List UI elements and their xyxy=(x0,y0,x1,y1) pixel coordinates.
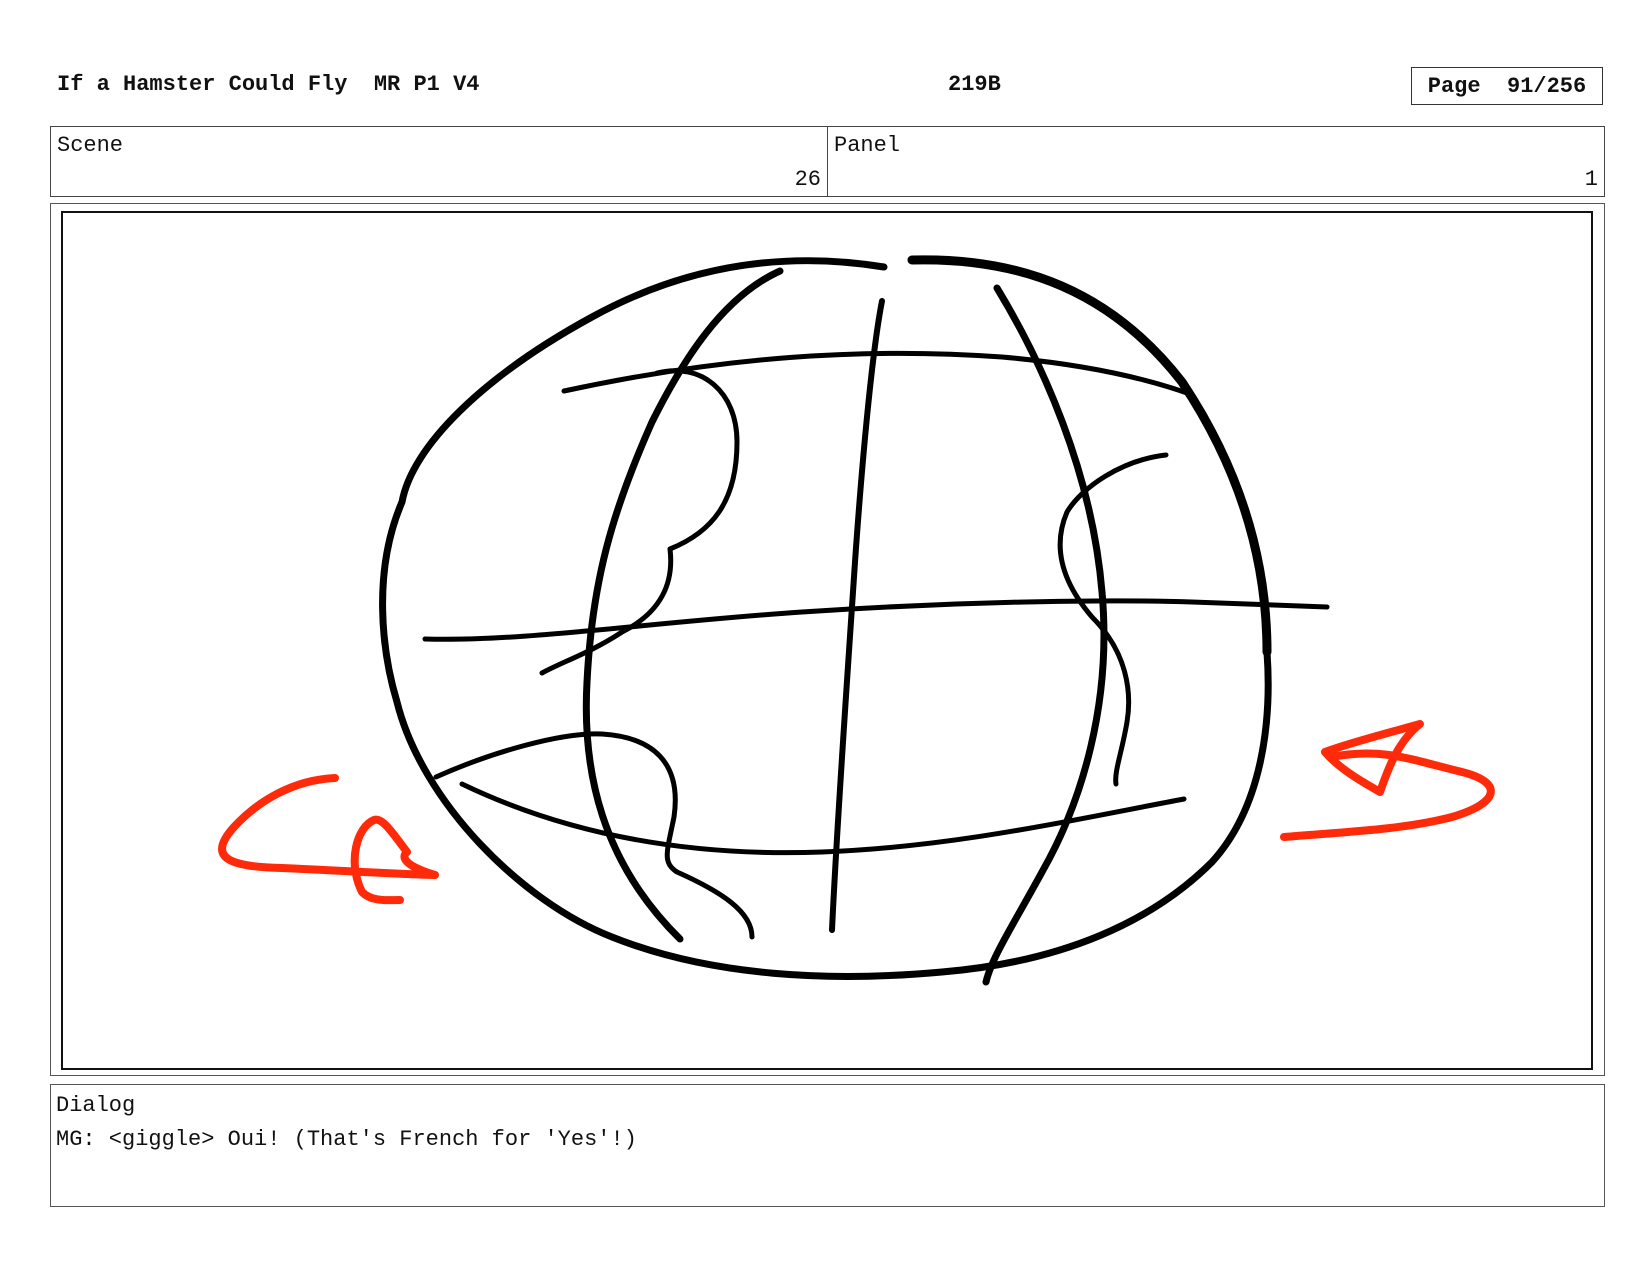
dialog-text: MG: <giggle> Oui! (That's French for 'Ye… xyxy=(56,1127,637,1152)
globe-outline-left xyxy=(379,257,1272,980)
scene-cell: Scene 26 xyxy=(51,127,828,196)
longitude-right xyxy=(982,284,1108,986)
scene-number: 26 xyxy=(794,167,821,192)
dialog-box: Dialog MG: <giggle> Oui! (That's French … xyxy=(50,1084,1605,1207)
panel-label: Panel xyxy=(834,133,901,158)
page-label: Page xyxy=(1427,73,1481,99)
left-rotation-arrow xyxy=(218,774,439,905)
dialog-label: Dialog xyxy=(56,1093,136,1118)
panel-frame xyxy=(61,211,1593,1070)
scene-panel-row: Scene 26 Panel 1 xyxy=(50,126,1605,197)
scene-label: Scene xyxy=(57,133,124,158)
right-rotation-arrow xyxy=(1280,720,1495,841)
page-number: 91/256 xyxy=(1507,73,1587,99)
storyboard-title: If a Hamster Could Fly MR P1 V4 xyxy=(57,72,480,97)
globe-sketch xyxy=(218,255,1495,986)
panel-number: 1 xyxy=(1584,167,1598,192)
longitude-center xyxy=(829,298,885,933)
equator xyxy=(422,598,1330,642)
shot-code: 219B xyxy=(948,72,1001,97)
page-indicator: Page 91/256 xyxy=(1411,67,1603,105)
globe-outline-right xyxy=(907,255,1272,657)
continent-left-lower xyxy=(433,731,755,940)
continent-right xyxy=(1057,452,1169,787)
panel-cell: Panel 1 xyxy=(828,127,1604,196)
